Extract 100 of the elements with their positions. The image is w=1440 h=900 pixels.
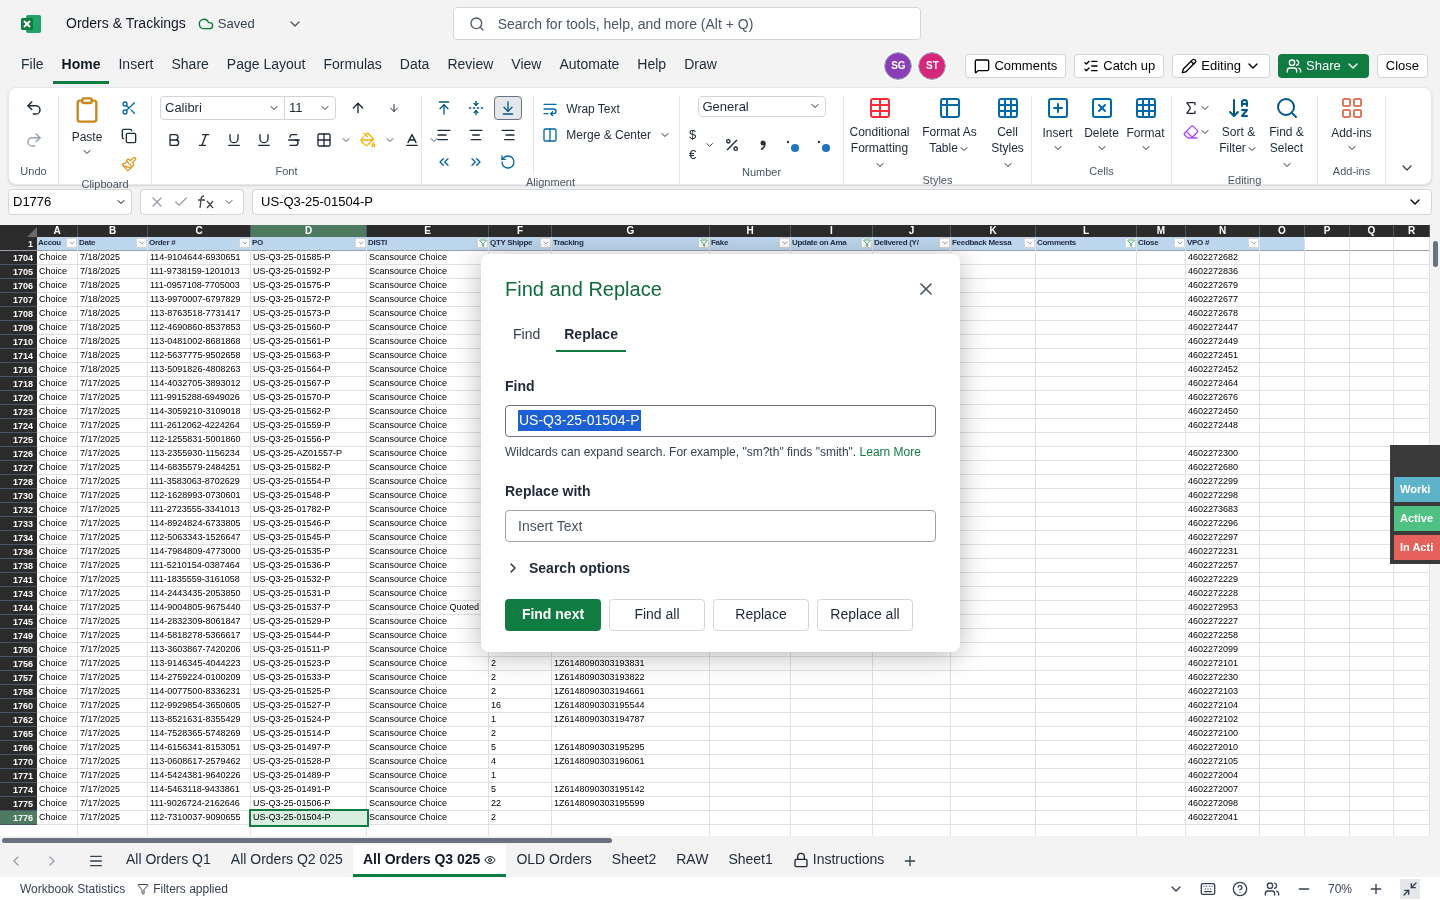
learn-more-link[interactable]: Learn More (859, 444, 921, 459)
font-name-dropdown[interactable]: Calibri (161, 96, 285, 119)
column-letter[interactable]: M (1137, 224, 1186, 237)
dialog-button[interactable]: Replace (713, 598, 809, 631)
menu-tab[interactable]: Formulas (314, 47, 391, 84)
menu-tab[interactable]: Home (52, 47, 110, 84)
column-letter[interactable]: A (37, 224, 78, 237)
column-letter[interactable]: Q (1350, 224, 1394, 237)
help-icon[interactable] (1231, 880, 1248, 897)
paste-button[interactable]: Paste (67, 95, 107, 176)
column-letter[interactable]: O (1260, 224, 1305, 237)
filter-dropdown-button[interactable] (540, 238, 551, 249)
search-options-toggle[interactable]: Search options (505, 557, 631, 579)
file-name[interactable]: Orders & Trackings (66, 13, 186, 35)
table-cell-text: Scansource Choice (368, 516, 448, 530)
people-icon[interactable] (1263, 880, 1280, 897)
column-letter[interactable]: N (1186, 224, 1260, 237)
sheet-tab[interactable]: RAW (666, 845, 719, 878)
column-letter[interactable]: P (1305, 224, 1350, 237)
share-button[interactable]: Share (1278, 53, 1369, 78)
filter-dropdown-button[interactable] (939, 238, 950, 249)
sheet-tab[interactable]: OLD Orders (506, 845, 602, 878)
filter-dropdown-button[interactable] (779, 238, 790, 249)
clear-button[interactable] (1182, 123, 1211, 140)
sheet-tab[interactable]: Instructions (782, 845, 895, 878)
menu-tab[interactable]: Page Layout (217, 47, 315, 84)
filter-dropdown-button[interactable] (136, 238, 147, 249)
workbook-statistics[interactable]: Workbook Statistics (20, 879, 126, 898)
horizontal-scrollbar-thumb[interactable] (2, 838, 612, 844)
styles-command[interactable]: Format As Table (916, 95, 983, 172)
sheet-tab[interactable]: All Orders Q2 025 (220, 845, 353, 878)
sheet-tab[interactable]: Sheet2 (601, 845, 667, 878)
comments-button[interactable]: Comments (965, 53, 1067, 78)
wrap-text-button[interactable]: Wrap Text (542, 99, 671, 118)
close-button[interactable]: Close (1376, 53, 1428, 78)
search-field[interactable]: Search for tools, help, and more (Alt + Q) (452, 7, 921, 41)
editing-command[interactable]: Sort & Filter (1218, 95, 1259, 172)
currency-format-button[interactable]: $€ (685, 125, 715, 165)
column-letter[interactable]: C (148, 224, 251, 237)
sheet-tab[interactable]: All Orders Q1 (116, 845, 221, 878)
sheet-tab[interactable]: Sheet1 (718, 845, 783, 878)
editing-command[interactable]: Find & Select (1266, 95, 1307, 172)
dialog-button[interactable]: Find next (505, 598, 601, 631)
column-letter[interactable]: E (367, 224, 489, 237)
vertical-scrollbar-thumb[interactable] (1432, 240, 1438, 267)
font-size-dropdown[interactable]: 11 (285, 96, 335, 119)
user-avatar[interactable]: SG (885, 52, 912, 79)
keyboard-icon[interactable] (1199, 880, 1216, 897)
filter-dropdown-button[interactable] (1174, 238, 1185, 249)
dialog-button[interactable]: Replace all (817, 598, 913, 631)
column-letter[interactable]: I (791, 224, 873, 237)
column-letter[interactable]: B (78, 224, 148, 237)
cells-command[interactable]: Format (1125, 95, 1166, 154)
cells-command[interactable]: Delete (1081, 95, 1122, 154)
table-cell-text: 4602272104 (1187, 698, 1239, 712)
sheet-tab[interactable]: All Orders Q3 025 (352, 845, 507, 878)
styles-command[interactable]: Conditional Formatting (846, 95, 913, 172)
column-letter[interactable]: K (951, 224, 1036, 237)
user-avatar[interactable]: ST (919, 52, 946, 79)
filter-dropdown-button[interactable] (355, 238, 366, 249)
filter-dropdown-button[interactable] (66, 238, 77, 249)
merge-center-button[interactable]: Merge & Center (542, 125, 671, 144)
cells-command[interactable]: Insert (1037, 95, 1078, 154)
filter-dropdown-button[interactable] (1248, 238, 1259, 249)
filter-dropdown-button[interactable] (239, 238, 250, 249)
table-cell-text: 114-7984809-4773000 (149, 544, 241, 558)
styles-command[interactable]: Cell Styles (986, 95, 1029, 172)
vertical-align-button[interactable] (493, 95, 522, 120)
menu-tab[interactable]: Draw (675, 47, 726, 84)
filter-dropdown-button[interactable] (1024, 238, 1035, 249)
menu-tab[interactable]: Insert (109, 47, 163, 84)
find-field[interactable]: US-Q3-25-01504-P (505, 404, 936, 437)
editing-mode-button[interactable]: Editing (1172, 53, 1271, 78)
replace-field[interactable]: Insert Text (505, 509, 936, 542)
dialog-tab[interactable]: Replace (556, 319, 626, 352)
menu-tab[interactable]: View (502, 47, 551, 84)
column-letter[interactable]: R (1394, 224, 1430, 237)
number-format-dropdown[interactable]: General (697, 95, 826, 118)
column-letter[interactable]: H (710, 224, 791, 237)
zoom-level[interactable]: 70% (1327, 879, 1352, 898)
dialog-button[interactable]: Find all (609, 598, 705, 631)
column-letter[interactable]: J (873, 224, 951, 237)
function-icon[interactable] (197, 194, 215, 209)
column-letter[interactable]: F (489, 224, 552, 237)
menu-tab[interactable]: Automate (550, 47, 629, 84)
fit-button[interactable] (1400, 878, 1420, 899)
menu-tab[interactable]: Help (628, 47, 676, 84)
table-cell-text: Choice (38, 362, 67, 376)
menu-tab[interactable]: File (12, 47, 53, 84)
menu-tab[interactable]: Share (162, 47, 218, 84)
menu-tab[interactable]: Data (390, 47, 439, 84)
catch-up-button[interactable]: Catch up (1074, 53, 1165, 78)
name-box[interactable]: D1776 (8, 188, 132, 215)
menu-tab[interactable]: Review (438, 47, 503, 84)
column-letter[interactable]: D (251, 224, 367, 237)
formula-field[interactable]: US-Q3-25-01504-P (252, 188, 1432, 215)
column-letter[interactable]: L (1036, 224, 1137, 237)
add-ins-button[interactable]: Add-ins (1331, 95, 1372, 154)
column-letter[interactable]: G (552, 224, 710, 237)
dialog-tab[interactable]: Find (505, 319, 549, 352)
